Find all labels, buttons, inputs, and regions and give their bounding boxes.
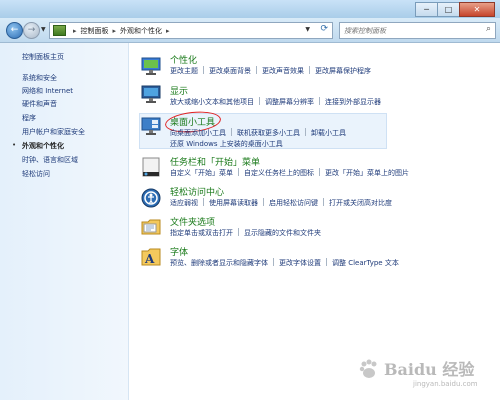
category-links-taskbar: 自定义「开始」菜单 自定义任务栏上的图标 更改「开始」菜单上的图片 bbox=[170, 168, 409, 178]
sidebar: 控制面板主页 系统和安全 网络和 Internet 硬件和声音 程序 用户帐户和… bbox=[0, 43, 129, 400]
link-separator bbox=[319, 168, 320, 176]
baidu-paw-logo-icon bbox=[359, 359, 377, 378]
current-page-bullet-icon: • bbox=[12, 141, 17, 149]
sidebar-item-hardware-sound[interactable]: 硬件和声音 bbox=[22, 99, 57, 109]
title-bar: ─ □ ✕ bbox=[0, 0, 500, 18]
sidebar-item-appearance: 外观和个性化 bbox=[22, 142, 64, 150]
link-change-background[interactable]: 更改桌面背景 bbox=[209, 67, 251, 75]
link-preview-fonts[interactable]: 预览、删除或者显示和隐藏字体 bbox=[170, 259, 268, 267]
gadgets-icon bbox=[141, 117, 161, 135]
link-restore-gadgets[interactable]: 还原 Windows 上安装的桌面小工具 bbox=[170, 140, 283, 148]
link-separator bbox=[256, 66, 257, 74]
baidu-watermark: Baidu 经验 jingyan.baidu.com bbox=[358, 354, 488, 394]
link-separator bbox=[203, 198, 204, 206]
link-screen-resolution[interactable]: 调整屏幕分辨率 bbox=[265, 98, 314, 106]
category-title-fonts[interactable]: 字体 bbox=[170, 245, 188, 258]
sidebar-item-system-security[interactable]: 系统和安全 bbox=[22, 73, 57, 83]
link-show-hidden-files[interactable]: 显示隐藏的文件和文件夹 bbox=[244, 229, 321, 237]
breadcrumb-separator[interactable]: ▸ bbox=[73, 27, 77, 35]
control-panel-icon bbox=[53, 25, 66, 36]
category-links-ease-of-access: 适应弱视 使用屏幕读取器 启用轻松访问键 打开或关闭高对比度 bbox=[170, 198, 392, 208]
link-change-start-picture[interactable]: 更改「开始」菜单上的图片 bbox=[325, 169, 409, 177]
link-separator bbox=[273, 258, 274, 266]
link-change-theme[interactable]: 更改主题 bbox=[170, 67, 198, 75]
svg-text:A: A bbox=[144, 252, 155, 266]
link-screen-reader[interactable]: 使用屏幕读取器 bbox=[209, 199, 258, 207]
link-separator bbox=[263, 198, 264, 206]
link-get-gadgets-online[interactable]: 联机获取更多小工具 bbox=[237, 129, 300, 137]
link-customize-taskbar-icons[interactable]: 自定义任务栏上的图标 bbox=[244, 169, 314, 177]
search-icon[interactable]: ⌕ bbox=[486, 24, 491, 34]
link-separator bbox=[323, 198, 324, 206]
personalization-icon bbox=[141, 57, 161, 75]
breadcrumb-control-panel[interactable]: 控制面板 bbox=[81, 26, 109, 36]
link-text-size[interactable]: 放大或缩小文本和其他项目 bbox=[170, 98, 254, 106]
link-change-screensaver[interactable]: 更改屏幕保护程序 bbox=[315, 67, 371, 75]
watermark-url: jingyan.baidu.com bbox=[413, 380, 478, 388]
link-separator bbox=[319, 97, 320, 105]
search-input[interactable] bbox=[344, 26, 474, 35]
link-high-contrast[interactable]: 打开或关闭高对比度 bbox=[329, 199, 392, 207]
category-title-ease-of-access[interactable]: 轻松访问中心 bbox=[170, 185, 224, 198]
link-separator bbox=[238, 228, 239, 236]
address-dropdown-icon[interactable]: ▼ bbox=[305, 26, 310, 33]
link-single-double-click[interactable]: 指定单击或双击打开 bbox=[170, 229, 233, 237]
recent-pages-dropdown[interactable]: ▼ bbox=[41, 26, 46, 33]
category-links-gadgets-2: 还原 Windows 上安装的桌面小工具 bbox=[170, 139, 283, 149]
link-uninstall-gadget[interactable]: 卸载小工具 bbox=[311, 129, 346, 137]
minimize-button[interactable]: ─ bbox=[415, 2, 438, 17]
search-box[interactable]: ⌕ bbox=[339, 22, 496, 39]
category-title-folder-options[interactable]: 文件夹选项 bbox=[170, 215, 215, 228]
link-change-font-settings[interactable]: 更改字体设置 bbox=[279, 259, 321, 267]
category-title-personalization[interactable]: 个性化 bbox=[170, 53, 197, 66]
link-customize-start-menu[interactable]: 自定义「开始」菜单 bbox=[170, 169, 233, 177]
link-separator bbox=[326, 258, 327, 266]
address-bar[interactable]: ▸ 控制面板 ▸ 外观和个性化 ▸ ▼ ⟳ bbox=[49, 22, 333, 39]
link-easy-access-keys[interactable]: 启用轻松访问键 bbox=[269, 199, 318, 207]
sidebar-item-programs[interactable]: 程序 bbox=[22, 113, 36, 123]
address-toolbar: ← → ▼ ▸ 控制面板 ▸ 外观和个性化 ▸ ▼ ⟳ ⌕ bbox=[0, 18, 500, 43]
sidebar-item-home[interactable]: 控制面板主页 bbox=[22, 52, 64, 62]
link-separator bbox=[238, 168, 239, 176]
fonts-icon: A bbox=[141, 248, 161, 266]
maximize-button[interactable]: □ bbox=[437, 2, 460, 17]
link-separator bbox=[231, 128, 232, 136]
link-low-vision[interactable]: 适应弱视 bbox=[170, 199, 198, 207]
close-button[interactable]: ✕ bbox=[459, 2, 495, 17]
breadcrumb-separator[interactable]: ▸ bbox=[166, 27, 170, 35]
taskbar-icon bbox=[142, 157, 160, 177]
category-links-display: 放大或缩小文本和其他项目 调整屏幕分辨率 连接到外部显示器 bbox=[170, 97, 381, 107]
link-separator bbox=[203, 66, 204, 74]
category-links-personalization: 更改主题 更改桌面背景 更改声音效果 更改屏幕保护程序 bbox=[170, 66, 371, 76]
window-controls: ─ □ ✕ bbox=[415, 2, 495, 17]
folder-options-icon bbox=[141, 219, 161, 235]
link-separator bbox=[305, 128, 306, 136]
forward-button[interactable]: → bbox=[23, 22, 40, 39]
display-icon bbox=[141, 85, 161, 103]
sidebar-item-network[interactable]: 网络和 Internet bbox=[22, 86, 73, 96]
ease-of-access-icon bbox=[141, 188, 161, 208]
sidebar-item-user-accounts[interactable]: 用户帐户和家庭安全 bbox=[22, 127, 85, 137]
watermark-brand: Baidu 经验 bbox=[384, 360, 475, 379]
link-add-gadgets[interactable]: 向桌面添加小工具 bbox=[170, 129, 226, 137]
sidebar-item-clock-language[interactable]: 时钟、语言和区域 bbox=[22, 155, 78, 165]
category-links-gadgets: 向桌面添加小工具 联机获取更多小工具 卸载小工具 bbox=[170, 128, 346, 138]
control-panel-window: ─ □ ✕ ← → ▼ ▸ 控制面板 ▸ 外观和个性化 ▸ ▼ ⟳ ⌕ 控制面板… bbox=[0, 0, 500, 400]
breadcrumb-separator[interactable]: ▸ bbox=[113, 27, 117, 35]
link-separator bbox=[259, 97, 260, 105]
category-links-folder-options: 指定单击或双击打开 显示隐藏的文件和文件夹 bbox=[170, 228, 321, 238]
category-title-taskbar[interactable]: 任务栏和「开始」菜单 bbox=[170, 155, 260, 168]
link-separator bbox=[309, 66, 310, 74]
category-title-display[interactable]: 显示 bbox=[170, 84, 188, 97]
link-adjust-cleartype[interactable]: 调整 ClearType 文本 bbox=[332, 259, 399, 267]
sidebar-item-ease-of-access[interactable]: 轻松访问 bbox=[22, 169, 50, 179]
category-links-fonts: 预览、删除或者显示和隐藏字体 更改字体设置 调整 ClearType 文本 bbox=[170, 258, 399, 268]
link-external-display[interactable]: 连接到外部显示器 bbox=[325, 98, 381, 106]
back-button[interactable]: ← bbox=[6, 22, 23, 39]
breadcrumb-appearance[interactable]: 外观和个性化 bbox=[120, 26, 162, 36]
refresh-icon[interactable]: ⟳ bbox=[320, 24, 328, 34]
link-change-sounds[interactable]: 更改声音效果 bbox=[262, 67, 304, 75]
